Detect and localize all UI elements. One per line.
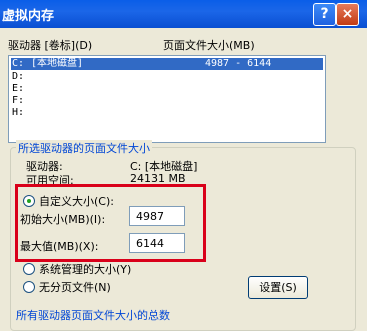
drive-row-f[interactable]: F: bbox=[11, 95, 323, 107]
drive-letter: H: bbox=[12, 107, 25, 118]
drive-list[interactable]: C: [本地磁盘] 4987 - 6144 D: E: F: H: bbox=[8, 55, 326, 143]
drive-pagefile-size: 4987 - 6144 bbox=[205, 58, 272, 69]
system-managed-label: 系统管理的大小(Y) bbox=[39, 263, 132, 276]
system-managed-radio[interactable] bbox=[23, 263, 35, 275]
drive-letter: E: bbox=[12, 83, 25, 94]
set-button[interactable]: 设置(S) bbox=[248, 276, 308, 299]
drive-row-d[interactable]: D: bbox=[11, 71, 323, 83]
drive-column-header: 驱动器 [卷标](D) bbox=[8, 39, 93, 52]
highlight-box bbox=[15, 184, 206, 262]
drive-row-e[interactable]: E: bbox=[11, 83, 323, 95]
no-paging-radio[interactable] bbox=[23, 281, 35, 293]
drive-volume-label: [本地磁盘] bbox=[31, 58, 84, 69]
drive-row-c[interactable]: C: [本地磁盘] 4987 - 6144 bbox=[11, 58, 323, 70]
group-title: 所选驱动器的页面文件大小 bbox=[16, 140, 152, 156]
pagefile-column-header: 页面文件大小(MB) bbox=[163, 39, 255, 52]
drive-letter: C: bbox=[12, 58, 25, 69]
close-button[interactable]: × bbox=[336, 3, 359, 26]
window-title: 虚拟内存 bbox=[2, 9, 55, 24]
no-paging-label: 无分页文件(N) bbox=[39, 281, 111, 294]
help-button[interactable]: ? bbox=[313, 3, 336, 26]
title-bar: 虚拟内存 ? × bbox=[0, 0, 367, 28]
total-group-title: 所有驱动器页面文件大小的总数 bbox=[16, 309, 170, 322]
drive-letter: F: bbox=[12, 95, 25, 106]
drive-row-h[interactable]: H: bbox=[11, 107, 323, 119]
drive-letter: D: bbox=[12, 71, 25, 82]
